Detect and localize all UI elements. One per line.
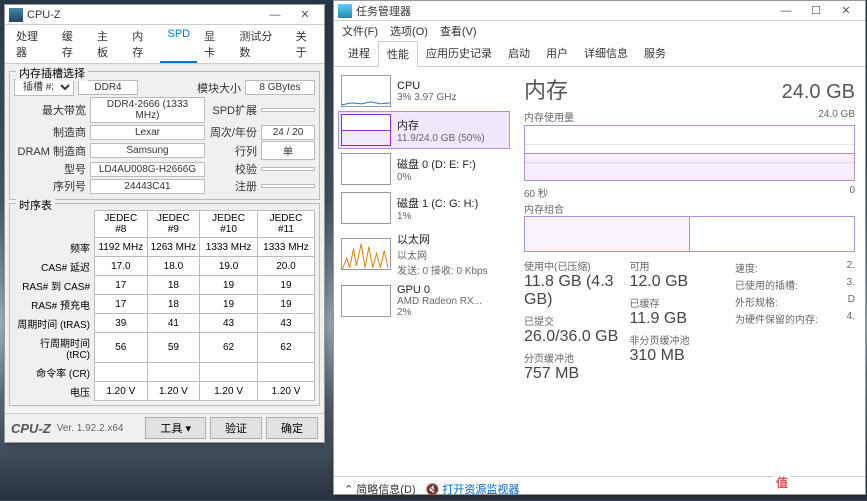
- thumb-net: [341, 238, 391, 270]
- tm-tab[interactable]: 应用历史记录: [418, 41, 500, 66]
- tab-6[interactable]: 测试分数: [232, 25, 288, 63]
- tab-1[interactable]: 缓存: [55, 25, 90, 63]
- slot-group-label: 内存插槽选择: [16, 65, 88, 81]
- taskmgr-icon: [338, 4, 352, 18]
- tm-menubar: 文件(F) 选项(O) 查看(V): [334, 21, 865, 41]
- tools-button[interactable]: 工具 ▾: [145, 417, 206, 439]
- perf-card-net[interactable]: 以太网以太网发送: 0 接收: 0 Kbps: [338, 228, 510, 280]
- tab-5[interactable]: 显卡: [197, 25, 232, 63]
- close-button[interactable]: ✕: [290, 8, 320, 21]
- watermark-text: 什么值得买: [797, 475, 857, 492]
- watermark-icon: 值: [771, 472, 793, 494]
- composition-label: 内存组合: [524, 205, 564, 216]
- cpuz-tabs: 处理器缓存主板内存SPD显卡测试分数关于: [5, 25, 324, 64]
- maximize-button[interactable]: ☐: [801, 4, 831, 17]
- module-size: 8 GBytes: [245, 80, 315, 95]
- cpuz-version: Ver. 1.92.2.x64: [57, 423, 142, 434]
- tab-0[interactable]: 处理器: [9, 25, 55, 63]
- detail-heading: 内存: [524, 73, 568, 105]
- watermark: 值 什么值得买: [771, 472, 857, 494]
- taskmgr-window: 任务管理器 — ☐ ✕ 文件(F) 选项(O) 查看(V) 进程性能应用历史记录启动…: [333, 0, 866, 495]
- tm-title: 任务管理器: [356, 3, 771, 19]
- tab-2[interactable]: 主板: [90, 25, 125, 63]
- usage-max: 24.0 GB: [818, 109, 855, 124]
- tab-4[interactable]: SPD: [160, 25, 197, 63]
- timing-group: 时序表 JEDEC #8JEDEC #9JEDEC #10JEDEC #11频率…: [9, 203, 320, 406]
- close-button[interactable]: ✕: [831, 4, 861, 17]
- tab-3[interactable]: 内存: [125, 25, 160, 63]
- ok-button[interactable]: 确定: [266, 417, 318, 439]
- tm-tab[interactable]: 服务: [636, 41, 674, 66]
- cpuz-titlebar[interactable]: CPU-Z — ✕: [5, 5, 324, 25]
- menu-item[interactable]: 文件(F): [342, 23, 378, 39]
- thumb-gpu: [341, 285, 391, 317]
- x-axis-right: 0: [849, 185, 855, 200]
- cpuz-icon: [9, 8, 23, 22]
- x-axis-left: 60 秒: [524, 185, 548, 200]
- tm-tab[interactable]: 进程: [340, 41, 378, 66]
- tm-titlebar[interactable]: 任务管理器 — ☐ ✕: [334, 1, 865, 21]
- open-resmon-link[interactable]: 🔇 打开资源监视器: [426, 481, 520, 497]
- fewer-details-toggle[interactable]: ⌃ 简略信息(D): [344, 481, 416, 497]
- timing-table: JEDEC #8JEDEC #9JEDEC #10JEDEC #11频率1192…: [14, 210, 315, 401]
- tm-tab[interactable]: 启动: [500, 41, 538, 66]
- thumb-cpu: [341, 75, 391, 107]
- perf-card-disk[interactable]: 磁盘 1 (C: G: H:)1%: [338, 189, 510, 227]
- perf-card-gpu[interactable]: GPU 0AMD Radeon RX...2%: [338, 281, 510, 321]
- cpuz-title: CPU-Z: [27, 9, 260, 21]
- slot-group: 内存插槽选择 插槽 #2 DDR4 模块大小 8 GBytes 最大带宽DDR4…: [9, 71, 320, 200]
- memory-composition-chart: [524, 216, 855, 252]
- perf-card-cpu[interactable]: CPU3% 3.97 GHz: [338, 72, 510, 110]
- tm-tab[interactable]: 用户: [538, 41, 576, 66]
- tm-detail: 内存 24.0 GB 内存使用量 24.0 GB 60 秒 0 内存组合 使用中…: [514, 67, 865, 476]
- cpuz-footer: CPU-Z Ver. 1.92.2.x64 工具 ▾ 验证 确定: [5, 413, 324, 442]
- minimize-button[interactable]: —: [260, 9, 290, 21]
- tm-tab[interactable]: 性能: [378, 41, 418, 67]
- tm-sidebar: CPU3% 3.97 GHz内存11.9/24.0 GB (50%)磁盘 0 (…: [334, 67, 514, 476]
- perf-card-disk[interactable]: 磁盘 0 (D: E: F:)0%: [338, 150, 510, 188]
- timing-group-label: 时序表: [16, 197, 55, 213]
- tm-tabs: 进程性能应用历史记录启动用户详细信息服务: [334, 41, 865, 67]
- menu-item[interactable]: 查看(V): [440, 23, 477, 39]
- tm-tab[interactable]: 详细信息: [576, 41, 636, 66]
- menu-item[interactable]: 选项(O): [390, 23, 428, 39]
- cpuz-logo: CPU-Z: [11, 421, 51, 436]
- perf-card-mem[interactable]: 内存11.9/24.0 GB (50%): [338, 111, 510, 149]
- module-size-label: 模块大小: [138, 80, 245, 96]
- tab-7[interactable]: 关于: [289, 25, 324, 63]
- slot-type: DDR4: [78, 80, 138, 95]
- thumb-disk: [341, 153, 391, 185]
- slot-select[interactable]: 插槽 #2: [14, 79, 74, 96]
- thumb-mem: [341, 114, 391, 146]
- thumb-disk: [341, 192, 391, 224]
- detail-total: 24.0 GB: [782, 81, 855, 104]
- memory-usage-chart: [524, 125, 855, 181]
- usage-label: 内存使用量: [524, 109, 574, 124]
- verify-button[interactable]: 验证: [210, 417, 262, 439]
- cpuz-window: CPU-Z — ✕ 处理器缓存主板内存SPD显卡测试分数关于 内存插槽选择 插槽…: [4, 4, 325, 443]
- minimize-button[interactable]: —: [771, 5, 801, 17]
